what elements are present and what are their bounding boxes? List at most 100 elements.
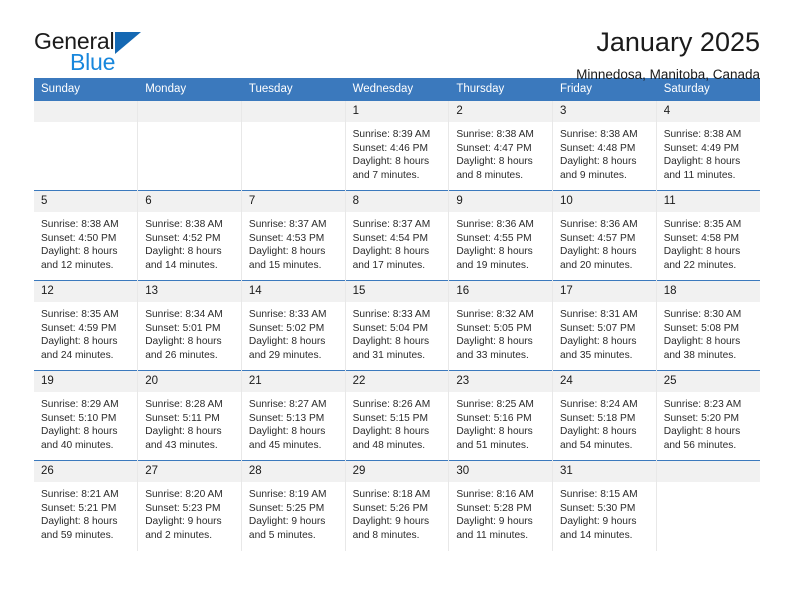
daylight-text-line2: and 29 minutes. bbox=[248, 349, 322, 361]
daylight-text-line1: Daylight: 8 hours bbox=[560, 246, 637, 258]
daylight-text-line1: Daylight: 8 hours bbox=[248, 336, 326, 348]
daylight-text-line1: Daylight: 9 hours bbox=[352, 516, 430, 528]
sunset-text: Sunset: 5:13 PM bbox=[248, 412, 325, 424]
day-number bbox=[656, 461, 760, 482]
sunrise-text: Sunrise: 8:24 AM bbox=[560, 399, 638, 410]
day-number: 17 bbox=[553, 281, 656, 302]
daylight-text-line2: and 33 minutes. bbox=[456, 349, 529, 361]
daylight-text-line1: Daylight: 8 hours bbox=[456, 336, 533, 348]
calendar-day-cell[interactable]: 4 Sunrise: 8:38 AM Sunset: 4:49 PM Daylight… bbox=[656, 100, 760, 191]
day-sun-info: Sunrise: 8:32 AM Sunset: 5:05 PM Daylight:… bbox=[449, 302, 552, 362]
daylight-text-line2: and 22 minutes. bbox=[663, 259, 737, 271]
calendar-week-row: 12 Sunrise: 8:35 AM Sunset: 4:59 PM Dayligh… bbox=[34, 280, 760, 371]
sunrise-text: Sunrise: 8:23 AM bbox=[663, 399, 742, 410]
sunrise-text: Sunrise: 8:21 AM bbox=[41, 489, 119, 500]
sunrise-text: Sunrise: 8:34 AM bbox=[145, 309, 223, 320]
sunrise-text: Sunrise: 8:38 AM bbox=[41, 219, 119, 230]
calendar-day-cell[interactable]: 26 Sunrise: 8:21 AM Sunset: 5:21 PM Dayligh… bbox=[34, 460, 139, 551]
day-number: 9 bbox=[449, 191, 553, 212]
calendar-day-cell[interactable]: 11 Sunrise: 8:35 AM Sunset: 4:58 PM Dayligh… bbox=[656, 190, 760, 281]
calendar-day-cell[interactable]: 2 Sunrise: 8:38 AM Sunset: 4:47 PM Daylight… bbox=[448, 100, 554, 191]
daylight-text-line2: and 5 minutes. bbox=[248, 529, 316, 541]
calendar-week-row: 5 Sunrise: 8:38 AM Sunset: 4:50 PM Daylight… bbox=[34, 190, 760, 281]
sunrise-text: Sunrise: 8:38 AM bbox=[663, 129, 742, 140]
calendar-day-cell[interactable]: 7 Sunrise: 8:37 AM Sunset: 4:53 PM Daylight… bbox=[241, 190, 346, 281]
calendar-day-cell[interactable]: 10 Sunrise: 8:36 AM Sunset: 4:57 PM Dayligh… bbox=[552, 190, 657, 281]
sunset-text: Sunset: 4:46 PM bbox=[352, 142, 428, 154]
day-sun-info: Sunrise: 8:37 AM Sunset: 4:54 PM Daylight:… bbox=[346, 212, 449, 272]
calendar-day-cell[interactable]: 17 Sunrise: 8:31 AM Sunset: 5:07 PM Dayligh… bbox=[552, 280, 657, 371]
calendar-day-cell[interactable]: 12 Sunrise: 8:35 AM Sunset: 4:59 PM Dayligh… bbox=[34, 280, 139, 371]
day-sun-info: Sunrise: 8:24 AM Sunset: 5:18 PM Daylight:… bbox=[553, 392, 656, 452]
calendar-day-cell[interactable]: 25 Sunrise: 8:23 AM Sunset: 5:20 PM Dayligh… bbox=[656, 370, 760, 461]
daylight-text-line2: and 43 minutes. bbox=[145, 439, 218, 451]
sunrise-text: Sunrise: 8:35 AM bbox=[41, 309, 119, 320]
calendar-day-cell[interactable]: 24 Sunrise: 8:24 AM Sunset: 5:18 PM Dayligh… bbox=[552, 370, 657, 461]
calendar-day-cell[interactable]: 27 Sunrise: 8:20 AM Sunset: 5:23 PM Dayligh… bbox=[137, 460, 242, 551]
day-number: 27 bbox=[138, 461, 241, 482]
daylight-text-line1: Daylight: 8 hours bbox=[560, 336, 637, 348]
daylight-text-line2: and 17 minutes. bbox=[352, 259, 426, 271]
day-number: 21 bbox=[241, 371, 345, 392]
day-sun-info: Sunrise: 8:38 AM Sunset: 4:49 PM Daylight:… bbox=[657, 122, 760, 182]
triangle-logo-icon bbox=[115, 32, 142, 54]
daylight-text-line2: and 38 minutes. bbox=[663, 349, 737, 361]
calendar-day-cell[interactable]: 16 Sunrise: 8:32 AM Sunset: 5:05 PM Dayligh… bbox=[448, 280, 554, 371]
calendar-day-cell[interactable]: 30 Sunrise: 8:16 AM Sunset: 5:28 PM Dayligh… bbox=[448, 460, 554, 551]
daylight-text-line2: and 8 minutes. bbox=[456, 169, 524, 181]
sunrise-text: Sunrise: 8:27 AM bbox=[248, 399, 327, 410]
day-number: 11 bbox=[656, 191, 760, 212]
day-number: 10 bbox=[553, 191, 656, 212]
calendar-day-cell[interactable]: 6 Sunrise: 8:38 AM Sunset: 4:52 PM Daylight… bbox=[137, 190, 242, 281]
daylight-text-line2: and 56 minutes. bbox=[663, 439, 737, 451]
calendar-day-cell[interactable]: 8 Sunrise: 8:37 AM Sunset: 4:54 PM Daylight… bbox=[345, 190, 450, 281]
sunrise-text: Sunrise: 8:26 AM bbox=[352, 399, 431, 410]
day-number: 30 bbox=[449, 461, 553, 482]
calendar-day-cell[interactable]: 29 Sunrise: 8:18 AM Sunset: 5:26 PM Dayligh… bbox=[345, 460, 450, 551]
sunset-text: Sunset: 5:16 PM bbox=[456, 412, 532, 424]
calendar-day-cell[interactable]: 23 Sunrise: 8:25 AM Sunset: 5:16 PM Dayligh… bbox=[448, 370, 554, 461]
day-sun-info: Sunrise: 8:16 AM Sunset: 5:28 PM Daylight:… bbox=[449, 482, 552, 542]
calendar-day-cell[interactable]: 9 Sunrise: 8:36 AM Sunset: 4:55 PM Daylight… bbox=[448, 190, 554, 281]
calendar-day-cell[interactable]: 19 Sunrise: 8:29 AM Sunset: 5:10 PM Dayligh… bbox=[34, 370, 139, 461]
sunset-text: Sunset: 5:01 PM bbox=[145, 322, 221, 334]
daylight-text-line1: Daylight: 8 hours bbox=[456, 246, 533, 258]
calendar-day-cell-empty bbox=[34, 100, 139, 191]
calendar-day-cell[interactable]: 1 Sunrise: 8:39 AM Sunset: 4:46 PM Daylight… bbox=[345, 100, 450, 191]
calendar-day-cell[interactable]: 22 Sunrise: 8:26 AM Sunset: 5:15 PM Dayligh… bbox=[345, 370, 450, 461]
day-number: 6 bbox=[138, 191, 241, 212]
calendar-day-cell[interactable]: 13 Sunrise: 8:34 AM Sunset: 5:01 PM Dayligh… bbox=[137, 280, 242, 371]
calendar-day-cell[interactable]: 5 Sunrise: 8:38 AM Sunset: 4:50 PM Daylight… bbox=[34, 190, 139, 281]
daylight-text-line2: and 14 minutes. bbox=[145, 259, 218, 271]
day-sun-info: Sunrise: 8:30 AM Sunset: 5:08 PM Daylight:… bbox=[657, 302, 760, 362]
calendar-day-cell[interactable]: 28 Sunrise: 8:19 AM Sunset: 5:25 PM Dayligh… bbox=[241, 460, 346, 551]
calendar-day-cell[interactable]: 3 Sunrise: 8:38 AM Sunset: 4:48 PM Daylight… bbox=[552, 100, 657, 191]
day-sun-info: Sunrise: 8:19 AM Sunset: 5:25 PM Daylight:… bbox=[242, 482, 345, 542]
daylight-text-line1: Daylight: 8 hours bbox=[456, 426, 533, 438]
sunset-text: Sunset: 4:54 PM bbox=[352, 232, 428, 244]
daylight-text-line1: Daylight: 8 hours bbox=[663, 426, 741, 438]
calendar-day-cell[interactable]: 31 Sunrise: 8:15 AM Sunset: 5:30 PM Dayligh… bbox=[552, 460, 657, 551]
day-number: 7 bbox=[241, 191, 345, 212]
sunset-text: Sunset: 5:20 PM bbox=[663, 412, 740, 424]
calendar-day-cell[interactable]: 18 Sunrise: 8:30 AM Sunset: 5:08 PM Dayligh… bbox=[656, 280, 760, 371]
daylight-text-line1: Daylight: 8 hours bbox=[41, 516, 118, 528]
sunrise-text: Sunrise: 8:38 AM bbox=[145, 219, 223, 230]
calendar-day-cell[interactable]: 20 Sunrise: 8:28 AM Sunset: 5:11 PM Dayligh… bbox=[137, 370, 242, 461]
sunset-text: Sunset: 5:04 PM bbox=[352, 322, 428, 334]
day-number bbox=[241, 101, 345, 122]
calendar-day-cell[interactable]: 14 Sunrise: 8:33 AM Sunset: 5:02 PM Dayligh… bbox=[241, 280, 346, 371]
calendar-day-cell[interactable]: 15 Sunrise: 8:33 AM Sunset: 5:04 PM Dayligh… bbox=[345, 280, 450, 371]
sunset-text: Sunset: 5:18 PM bbox=[560, 412, 636, 424]
calendar-day-cell[interactable]: 21 Sunrise: 8:27 AM Sunset: 5:13 PM Dayligh… bbox=[241, 370, 346, 461]
daylight-text-line2: and 19 minutes. bbox=[456, 259, 529, 271]
day-number: 15 bbox=[345, 281, 449, 302]
day-sun-info: Sunrise: 8:39 AM Sunset: 4:46 PM Daylight:… bbox=[346, 122, 449, 182]
sunset-text: Sunset: 5:21 PM bbox=[41, 502, 117, 514]
sunrise-text: Sunrise: 8:31 AM bbox=[560, 309, 638, 320]
daylight-text-line1: Daylight: 8 hours bbox=[560, 426, 637, 438]
daylight-text-line2: and 15 minutes. bbox=[248, 259, 322, 271]
day-sun-info: Sunrise: 8:38 AM Sunset: 4:47 PM Daylight:… bbox=[449, 122, 552, 182]
daylight-text-line2: and 20 minutes. bbox=[560, 259, 633, 271]
day-number: 5 bbox=[34, 191, 138, 212]
